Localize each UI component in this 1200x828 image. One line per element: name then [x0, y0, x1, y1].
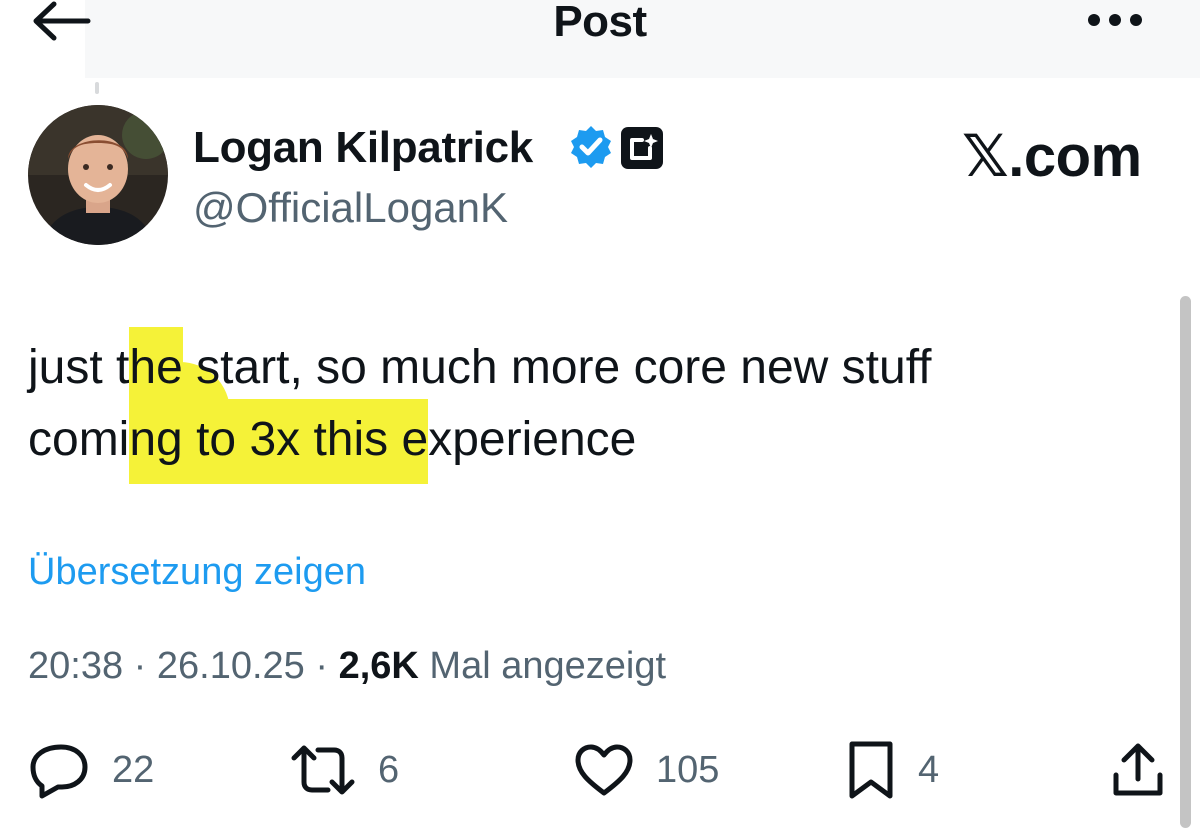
repost-icon	[291, 745, 355, 795]
repost-button[interactable]: 6	[290, 740, 399, 800]
meta-separator: ·	[315, 645, 329, 687]
share-icon	[1113, 743, 1163, 796]
post-text-line1-start: just t	[28, 341, 130, 394]
heart-icon	[575, 744, 633, 796]
verified-badge-icon	[568, 124, 614, 170]
post-text-line2-start: comi	[28, 413, 130, 466]
reply-count: 22	[112, 749, 155, 791]
meta-separator: ·	[133, 645, 147, 687]
post-time: 20:38	[28, 645, 124, 687]
share-button[interactable]	[1110, 740, 1166, 800]
like-count: 105	[656, 749, 720, 791]
bookmark-count: 4	[918, 749, 940, 791]
post-meta: 20:38 · 26.10.25 · 2,6K Mal angezeigt	[28, 642, 666, 690]
scrollbar[interactable]	[1180, 296, 1191, 828]
repost-count: 6	[378, 749, 400, 791]
post-text-line2-end: xperience	[428, 413, 637, 466]
avatar[interactable]	[28, 105, 168, 245]
more-options-button[interactable]	[1082, 6, 1148, 36]
bookmark-icon	[849, 741, 893, 799]
post-text: just the start, so much more core new st…	[28, 327, 1148, 484]
show-translation-link[interactable]: Übersetzung zeigen	[28, 548, 366, 596]
reply-icon	[30, 744, 88, 799]
author-name[interactable]: Logan Kilpatrick	[193, 122, 533, 174]
bookmark-button[interactable]: 4	[846, 740, 939, 800]
highlighted-text: ng to 3x this e	[129, 399, 429, 484]
post-text-line1-end: start, so much more core new stuff	[182, 341, 932, 394]
view-count-label: Mal angezeigt	[429, 645, 667, 687]
affiliate-logo-icon[interactable]	[620, 126, 664, 170]
reply-button[interactable]: 22	[28, 740, 154, 800]
page-title: Post	[553, 0, 647, 46]
like-button[interactable]: 105	[574, 740, 719, 800]
watermark-source: 𝕏.com	[962, 124, 1142, 189]
view-count: 2,6K	[338, 645, 419, 687]
author-handle[interactable]: @OfficialLoganK	[193, 182, 508, 234]
pull-indicator	[95, 82, 99, 94]
avatar-photo	[28, 105, 168, 245]
post-date: 26.10.25	[156, 645, 305, 687]
